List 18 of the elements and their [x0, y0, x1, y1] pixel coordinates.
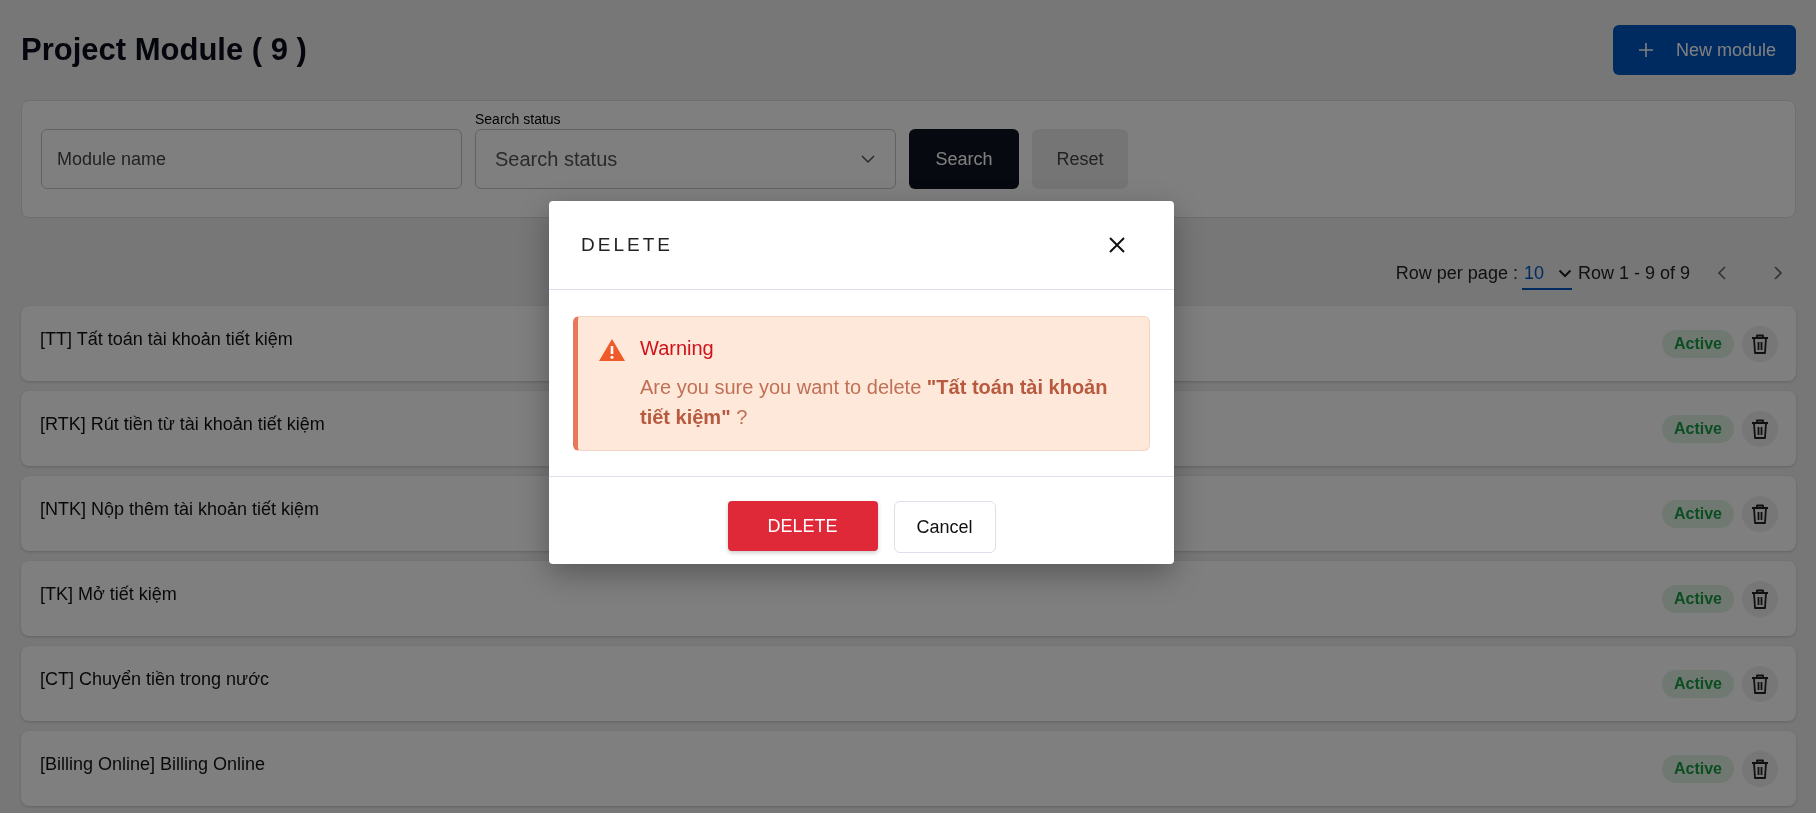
status-badge: Active [1661, 499, 1734, 528]
status-badge: Active [1661, 414, 1734, 443]
dialog-title: DELETE [581, 234, 673, 256]
module-name: [RTK] Rút tiền từ tài khoản tiết kiệm [40, 414, 325, 435]
alert-message: Are you sure you want to delete "Tất toán tài khoản tiết kiệm" ? [640, 375, 1109, 430]
module-name: [TK] Mở tiết kiệm [40, 584, 177, 605]
alert-title: Warning [640, 337, 715, 360]
status-badge: Active [1661, 584, 1734, 613]
module-name: [CT] Chuyển tiền trong nước [40, 669, 269, 690]
rows-per-page-label: Row per page : [1395, 262, 1518, 284]
row-range: Row 1 - 9 of 9 [1577, 262, 1690, 284]
status-badge: Active [1661, 754, 1734, 783]
status-badge: Active [1661, 329, 1734, 358]
module-name: [TT] Tất toán tài khoản tiết kiệm [40, 329, 293, 350]
module-name: [NTK] Nộp thêm tài khoản tiết kiệm [40, 499, 320, 520]
page-title: Project Module ( 9 ) [21, 32, 307, 68]
module-name: [Billing Online] Billing Online [40, 754, 266, 775]
status-badge: Active [1661, 669, 1734, 698]
